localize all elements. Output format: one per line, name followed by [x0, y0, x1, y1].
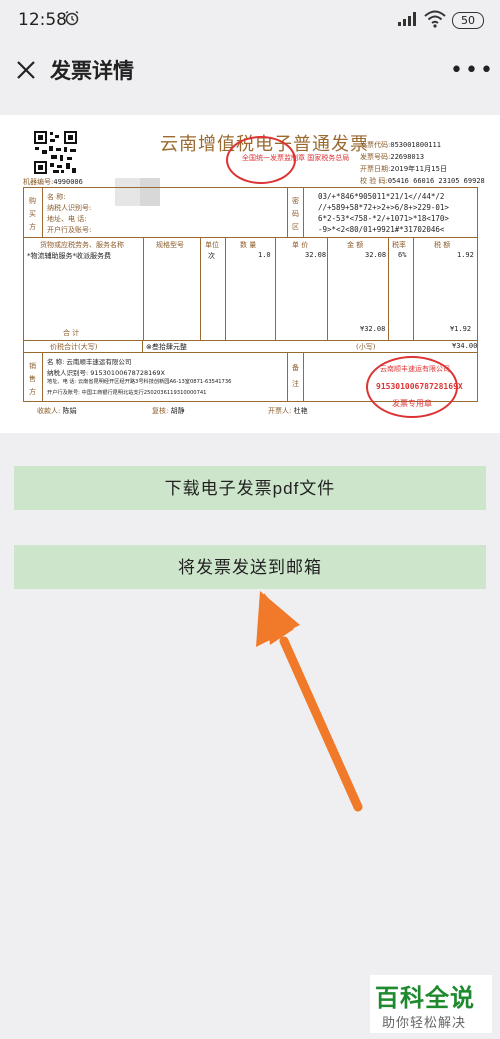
total-words: ⊗叁拾肆元整	[146, 343, 187, 351]
alarm-icon	[65, 10, 79, 26]
divider	[42, 187, 43, 237]
wifi-icon	[424, 10, 446, 28]
item-tax: 1.92	[457, 251, 474, 259]
send-to-email-button[interactable]: 将发票发送到邮箱	[14, 545, 486, 589]
divider	[303, 187, 304, 237]
pointer-arrow-icon	[256, 591, 363, 812]
divider	[142, 340, 143, 352]
tax-bureau-stamp: 全国统一发票监制章 国家税务总局	[226, 136, 349, 184]
watermark-subtitle: 助你轻松解决	[382, 1016, 467, 1031]
cipher-line: 03/+*846*905011*21/1<//44*/2	[318, 192, 445, 201]
cipher-line: -9>*<2<80/01+9921#*31702046<	[318, 225, 445, 234]
buyer-address-label: 地址、电 话:	[47, 215, 87, 223]
column-header: 金 额	[347, 241, 364, 249]
seller-side-label: 销售方	[29, 362, 36, 396]
divider	[42, 352, 43, 402]
column-header: 规格型号	[156, 241, 184, 249]
issuer: 开票人: 杜艳	[268, 407, 308, 415]
divider	[287, 187, 288, 237]
payee: 收款人: 陈娟	[37, 407, 77, 415]
item-unit: 次	[208, 252, 215, 260]
download-pdf-button[interactable]: 下载电子发票pdf文件	[14, 466, 486, 510]
divider	[23, 352, 478, 353]
status-bar: 12:58 50	[0, 0, 500, 40]
buyer-bank-label: 开户行及账号:	[47, 226, 92, 234]
buyer-name-label: 名 称:	[47, 193, 66, 201]
divider	[200, 237, 201, 340]
buyer-taxid-label: 纳税人识别号:	[47, 204, 92, 212]
seller-bank: 开户行及账号: 中国工商银行昆明北站支行2502036119310000741	[47, 390, 207, 396]
divider	[388, 237, 389, 340]
total-label: 价税合计(大写)	[50, 343, 98, 351]
seller-invoice-stamp: 云南顺丰速运有限公司 91530100678728169X 发票专用章	[366, 356, 463, 418]
reviewer: 复核: 胡静	[152, 407, 185, 415]
close-icon[interactable]	[14, 58, 38, 82]
column-header: 税率	[392, 241, 406, 249]
invoice-meta-check: 校 验 码:05416 66016 23105 69928	[360, 177, 485, 185]
divider	[413, 237, 414, 340]
column-header: 单 价	[292, 241, 309, 249]
page-title: 发票详情	[50, 59, 134, 83]
column-header: 货物或应税劳务、服务名称	[40, 241, 124, 249]
subtotal-amount: ¥32.08	[360, 325, 386, 333]
cipher-line: 6*2-53*<758-*2/+1071>*18<170>	[318, 214, 449, 223]
seller-name: 名 称: 云南顺丰速运有限公司	[47, 358, 132, 366]
divider	[23, 340, 478, 341]
machine-number: 机器编号:4990006	[23, 178, 83, 186]
total-small-label: (小写)	[356, 343, 376, 351]
item-amount: 32.08	[365, 251, 387, 259]
invoice-meta-code: 发票代码:053001800111	[360, 141, 441, 149]
subtotal-label: 合 计	[63, 329, 80, 337]
code-area-label: 密码区	[292, 197, 299, 231]
total-small: ¥34.00	[452, 342, 478, 350]
item-rate: 6%	[398, 251, 407, 259]
remark-label: 备注	[292, 364, 299, 388]
more-options-icon[interactable]: •••	[450, 58, 495, 83]
column-header: 数 量	[240, 241, 257, 249]
watermark-title: 百科全说	[375, 984, 475, 1012]
buyer-side-label: 购买方	[29, 197, 36, 231]
cipher-line: //+589+58*72+>2+>6/8+>229-01>	[318, 203, 449, 212]
subtotal-tax: ¥1.92	[450, 325, 472, 333]
item-qty: 1.0	[258, 251, 271, 259]
divider	[143, 237, 144, 340]
divider	[275, 237, 276, 340]
status-time: 12:58	[18, 10, 67, 30]
signal-icon	[398, 12, 416, 26]
divider	[23, 237, 478, 238]
seller-address: 地址、电 话: 云南省昆明经开区经开路3号科技创新园A6-13室0871-635…	[47, 379, 232, 385]
divider	[303, 352, 304, 402]
invoice-meta-date: 开票日期:2019年11月15日	[360, 165, 447, 173]
battery-indicator: 50	[452, 12, 484, 29]
column-header: 单位	[205, 241, 219, 249]
column-header: 税 额	[434, 241, 451, 249]
divider	[225, 237, 226, 340]
item-price: 32.08	[305, 251, 327, 259]
qr-code-icon	[33, 130, 78, 175]
invoice-meta-number: 发票号码:22698013	[360, 153, 425, 161]
divider	[327, 237, 328, 340]
seller-taxid: 纳税人识别号: 91530100678728169X	[47, 369, 166, 377]
item-name: *物流辅助服务*收派服务费	[27, 252, 111, 260]
divider	[287, 352, 288, 402]
